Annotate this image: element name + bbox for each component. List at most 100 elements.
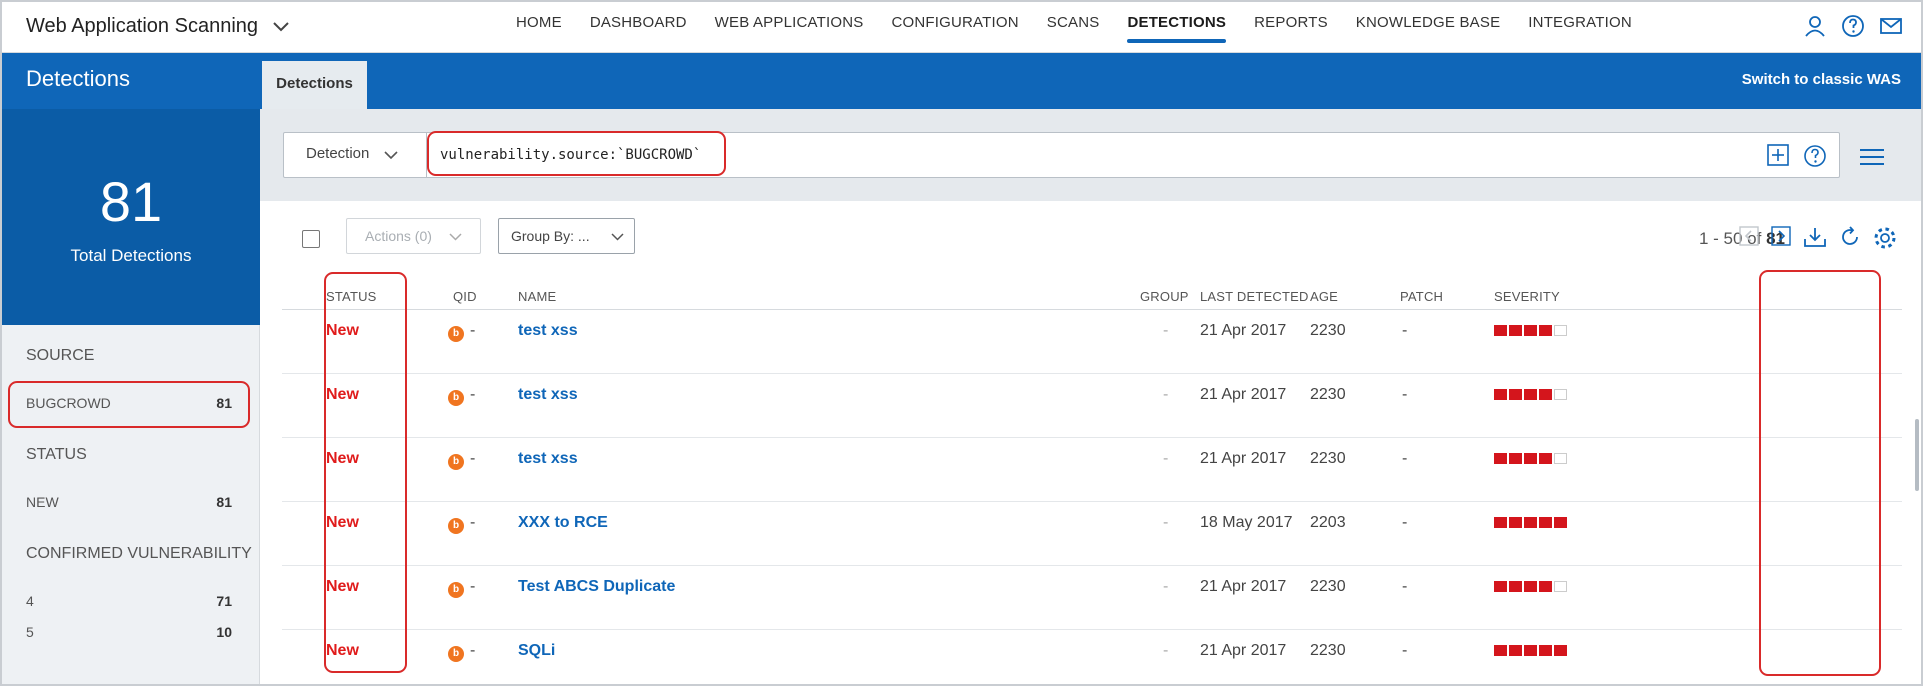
nav-dashboard[interactable]: DASHBOARD [576, 2, 701, 53]
menu-icon[interactable] [1859, 147, 1885, 167]
detection-name-link[interactable]: Test ABCS Duplicate [518, 578, 675, 596]
table-row[interactable]: b New - test xss - 21 Apr 2017 2230 - [282, 310, 1902, 374]
facet-sidebar: 81 Total Detections SOURCE BUGCROWD 81 S… [2, 109, 260, 684]
facet-item-confirmed-5[interactable]: 5 10 [26, 624, 232, 640]
detection-name-link[interactable]: test xss [518, 450, 578, 468]
last-detected-cell: 21 Apr 2017 [1200, 322, 1287, 339]
bugcrowd-source-icon: b [448, 646, 464, 662]
user-icon[interactable] [1803, 14, 1827, 38]
help-icon[interactable] [1841, 14, 1865, 38]
patch-cell: - [1402, 386, 1408, 403]
patch-cell: - [1402, 514, 1408, 531]
status-cell: New [326, 642, 359, 659]
status-cell: New [326, 386, 359, 403]
column-status[interactable]: STATUS [326, 289, 377, 304]
column-group[interactable]: GROUP [1140, 289, 1189, 304]
severity-bar [1539, 453, 1552, 464]
detection-name-link[interactable]: SQLi [518, 642, 555, 660]
download-icon[interactable] [1803, 226, 1827, 255]
facet-item-label: BUGCROWD [26, 395, 111, 411]
next-page-icon[interactable] [1771, 226, 1791, 255]
column-severity[interactable]: SEVERITY [1494, 289, 1560, 304]
status-cell: New [326, 322, 359, 339]
nav-configuration[interactable]: CONFIGURATION [877, 2, 1032, 53]
help-icon[interactable] [1803, 144, 1827, 173]
total-detections-label: Total Detections [70, 246, 192, 265]
severity-bar [1494, 389, 1507, 400]
total-detections-card: 81 Total Detections [2, 109, 260, 325]
prev-page-icon[interactable] [1739, 226, 1759, 255]
column-name[interactable]: NAME [518, 289, 556, 304]
nav-reports[interactable]: REPORTS [1240, 2, 1342, 53]
table-row[interactable]: b New - test xss - 21 Apr 2017 2230 - [282, 374, 1902, 438]
facet-item-bugcrowd[interactable]: BUGCROWD 81 [26, 395, 232, 411]
facet-item-confirmed-4[interactable]: 4 71 [26, 593, 232, 609]
last-detected-cell: 21 Apr 2017 [1200, 578, 1287, 595]
add-icon[interactable] [1767, 144, 1789, 173]
severity-indicator [1494, 453, 1567, 464]
severity-bar [1509, 325, 1522, 336]
main-nav: HOME DASHBOARD WEB APPLICATIONS CONFIGUR… [502, 2, 1646, 53]
severity-bar [1524, 517, 1537, 528]
severity-bar [1494, 453, 1507, 464]
severity-bar [1524, 453, 1537, 464]
group-cell: - [1163, 514, 1169, 531]
app-switcher[interactable]: Web Application Scanning [26, 15, 290, 38]
nav-knowledge-base[interactable]: KNOWLEDGE BASE [1342, 2, 1515, 53]
top-icons [1803, 14, 1903, 38]
facet-item-count: 81 [216, 395, 232, 411]
group-by-dropdown[interactable]: Group By: ... [498, 218, 635, 254]
table-row[interactable]: b New - SQLi - 21 Apr 2017 2230 - [282, 630, 1902, 684]
table-row[interactable]: b New - Test ABCS Duplicate - 21 Apr 2017 2230… [282, 566, 1902, 630]
facet-item-label: NEW [26, 494, 59, 510]
severity-bar [1539, 389, 1552, 400]
nav-integration[interactable]: INTEGRATION [1514, 2, 1646, 53]
column-patch[interactable]: PATCH [1400, 289, 1443, 304]
refresh-icon[interactable] [1839, 226, 1861, 255]
qid-cell: - [470, 450, 476, 467]
nav-scans[interactable]: SCANS [1033, 2, 1114, 53]
facet-item-count: 10 [216, 624, 232, 640]
facet-item-label: 4 [26, 593, 34, 609]
search-input[interactable]: vulnerability.source:`BUGCROWD` [440, 147, 701, 163]
qid-cell: - [470, 642, 476, 659]
switch-classic-link[interactable]: Switch to classic WAS [1742, 71, 1901, 88]
search-band: Detection vulnerability.source:`BUGCROWD… [260, 109, 1921, 201]
facet-confirmed-title: CONFIRMED VULNERABILITY [26, 545, 252, 562]
mail-icon[interactable] [1879, 14, 1903, 38]
age-cell: 2203 [1310, 514, 1346, 531]
nav-home[interactable]: HOME [502, 2, 576, 53]
actions-dropdown[interactable]: Actions (0) [346, 218, 481, 254]
search-box: Detection vulnerability.source:`BUGCROWD… [283, 132, 1840, 178]
qid-cell: - [470, 322, 476, 339]
severity-bar [1494, 645, 1507, 656]
facet-source-title: SOURCE [26, 347, 95, 364]
select-all-checkbox[interactable] [302, 230, 320, 248]
column-last-detected[interactable]: LAST DETECTED [1200, 289, 1309, 304]
top-nav-bar: Web Application Scanning HOME DASHBOARD … [2, 2, 1921, 53]
table-row[interactable]: b New - test xss - 21 Apr 2017 2230 - [282, 438, 1902, 502]
detection-name-link[interactable]: test xss [518, 322, 578, 340]
chevron-down-icon [611, 233, 624, 241]
detection-name-link[interactable]: test xss [518, 386, 578, 404]
column-age[interactable]: AGE [1310, 289, 1338, 304]
column-qid[interactable]: QID [453, 289, 477, 304]
facet-item-new[interactable]: NEW 81 [26, 494, 232, 510]
settings-gear-icon[interactable] [1873, 226, 1897, 255]
severity-bar [1494, 325, 1507, 336]
detection-name-link[interactable]: XXX to RCE [518, 514, 608, 532]
severity-bar [1509, 389, 1522, 400]
scrollbar-thumb[interactable] [1915, 419, 1919, 491]
group-cell: - [1163, 578, 1169, 595]
last-detected-cell: 21 Apr 2017 [1200, 386, 1287, 403]
tab-detections[interactable]: Detections [262, 61, 367, 109]
patch-cell: - [1402, 642, 1408, 659]
nav-web-applications[interactable]: WEB APPLICATIONS [701, 2, 878, 53]
table-row[interactable]: b New - XXX to RCE - 18 May 2017 2203 - [282, 502, 1902, 566]
search-field-select[interactable]: Detection [284, 133, 427, 177]
patch-cell: - [1402, 450, 1408, 467]
facet-item-count: 71 [216, 593, 232, 609]
severity-bar [1554, 645, 1567, 656]
facet-item-count: 81 [216, 494, 232, 510]
nav-detections[interactable]: DETECTIONS [1113, 2, 1240, 53]
